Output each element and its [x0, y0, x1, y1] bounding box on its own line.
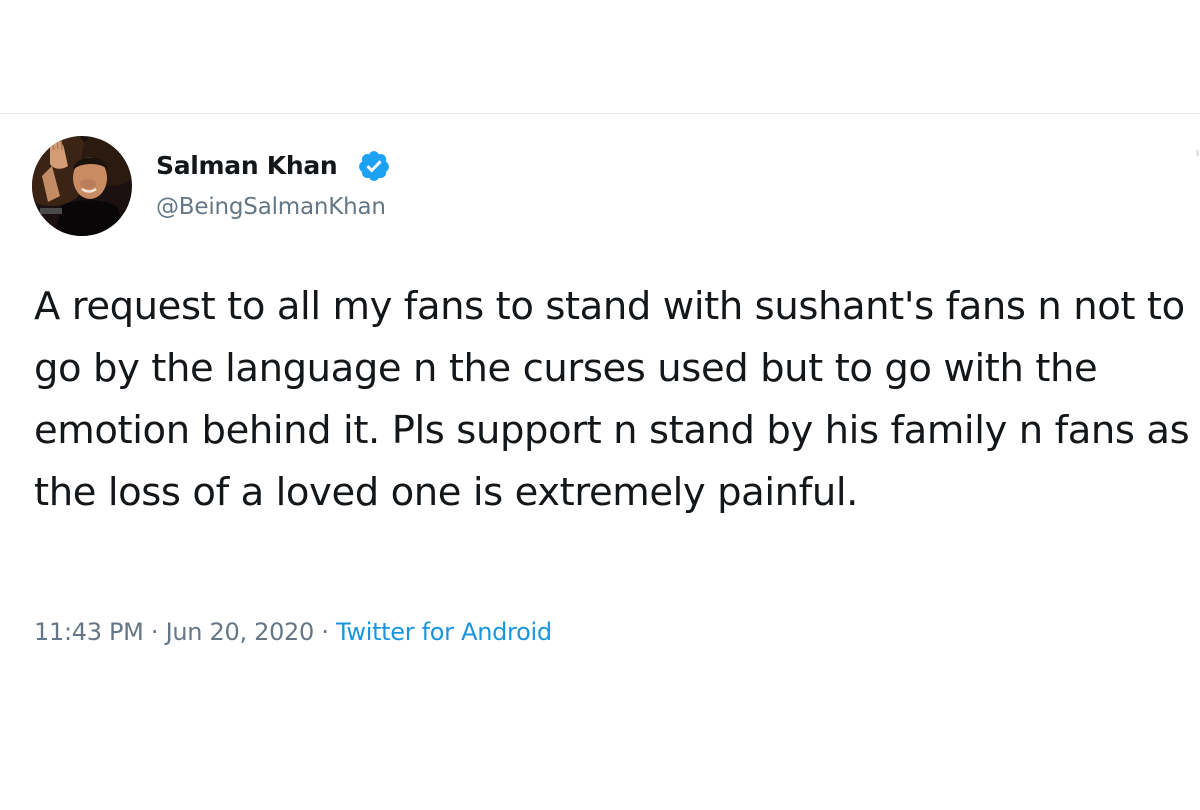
caret-edge	[1196, 150, 1199, 156]
tweet-meta: 11:43 PM · Jun 20, 2020 · Twitter for An…	[34, 614, 552, 650]
author-name[interactable]: Salman Khan	[156, 148, 338, 184]
top-divider	[0, 113, 1200, 114]
tweet-text: A request to all my fans to stand with s…	[34, 284, 1190, 515]
tweet-source-link[interactable]: Twitter for Android	[336, 618, 552, 646]
verified-badge-icon	[359, 151, 389, 181]
avatar[interactable]	[32, 136, 132, 236]
tweet-time[interactable]: 11:43 PM	[34, 618, 144, 646]
tweet-date[interactable]: Jun 20, 2020	[166, 618, 315, 646]
author-handle[interactable]: @BeingSalmanKhan	[156, 191, 386, 223]
meta-separator: ·	[143, 618, 166, 646]
meta-separator: ·	[313, 618, 336, 646]
